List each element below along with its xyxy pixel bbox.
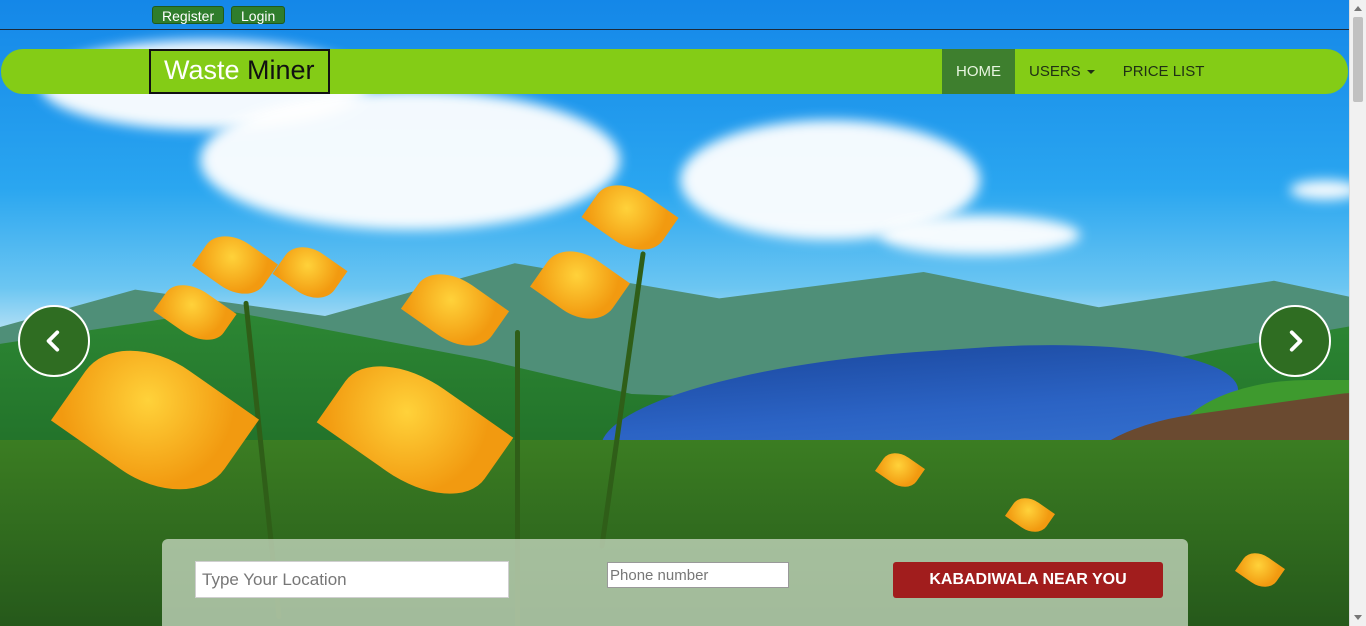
scroll-down-arrow-icon[interactable] xyxy=(1354,615,1362,620)
vertical-scrollbar[interactable] xyxy=(1349,0,1366,626)
nav-item-users[interactable]: USERS xyxy=(1015,49,1109,94)
caret-down-icon xyxy=(1086,70,1095,75)
scrollbar-thumb[interactable] xyxy=(1353,17,1363,102)
chevron-right-icon xyxy=(1289,330,1303,352)
scroll-up-arrow-icon[interactable] xyxy=(1354,6,1362,11)
main-navbar: Waste Miner HOME USERS PRICE LIST xyxy=(1,49,1348,94)
chevron-left-icon xyxy=(46,330,60,352)
location-input[interactable] xyxy=(195,561,509,598)
nav-item-home-label: HOME xyxy=(956,63,1001,80)
register-button[interactable]: Register xyxy=(152,6,225,24)
nav-menu: HOME USERS PRICE LIST xyxy=(942,49,1218,94)
brand-word-miner: Miner xyxy=(247,55,315,85)
carousel-next-button[interactable] xyxy=(1259,305,1331,377)
login-button[interactable]: Login xyxy=(231,6,286,24)
nav-item-price-list-label: PRICE LIST xyxy=(1122,63,1205,80)
carousel-prev-button[interactable] xyxy=(18,305,90,377)
nav-item-users-label: USERS xyxy=(1029,63,1081,80)
top-auth-bar: Register Login xyxy=(0,0,1349,30)
brand-word-waste: Waste xyxy=(164,55,240,85)
nav-item-price-list[interactable]: PRICE LIST xyxy=(1109,49,1219,94)
phone-number-input[interactable] xyxy=(607,562,789,588)
brand-logo[interactable]: Waste Miner xyxy=(149,49,330,94)
search-panel: KABADIWALA NEAR YOU xyxy=(162,539,1188,626)
nav-item-home[interactable]: HOME xyxy=(942,49,1015,94)
kabadiwala-near-you-button[interactable]: KABADIWALA NEAR YOU xyxy=(893,562,1163,598)
